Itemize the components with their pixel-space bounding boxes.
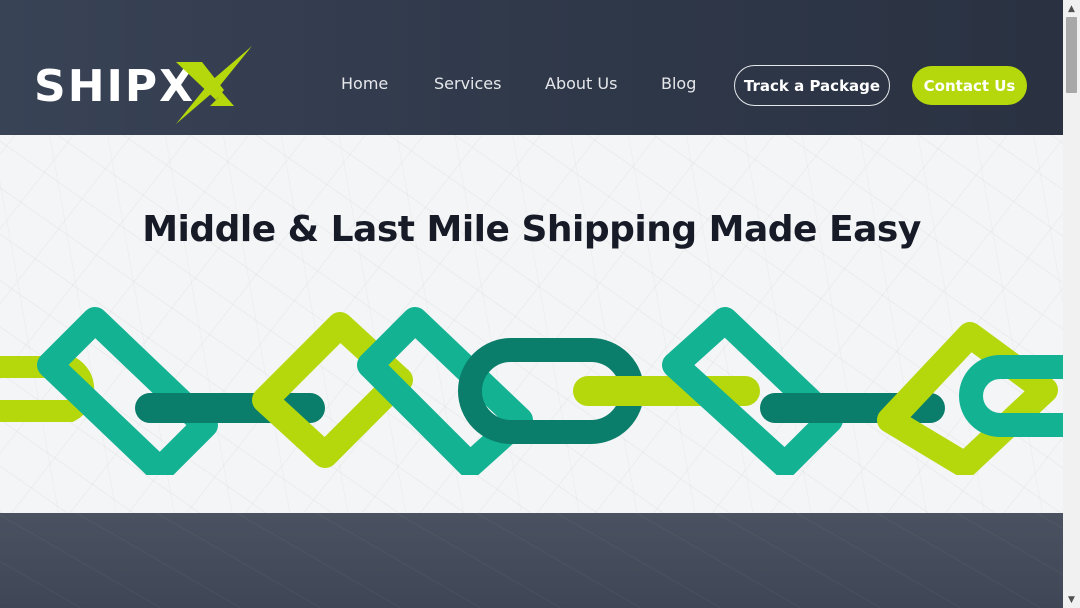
nav-home[interactable]: Home: [341, 74, 388, 94]
logo-x-swoosh-icon: [176, 46, 252, 124]
scroll-down-arrow-icon[interactable]: ▼: [1063, 591, 1080, 608]
nav-about-us[interactable]: About Us: [545, 74, 617, 94]
lower-section: [0, 513, 1063, 608]
chain-illustration: [0, 307, 1063, 475]
scrollbar[interactable]: ▲ ▼: [1063, 0, 1080, 608]
scroll-thumb[interactable]: [1066, 17, 1077, 93]
site-header: SHIPX Home Services About Us Blog Track …: [0, 0, 1063, 135]
track-package-button[interactable]: Track a Package: [734, 65, 890, 106]
nav-blog[interactable]: Blog: [661, 74, 696, 94]
shipx-logo[interactable]: SHIPX: [34, 44, 254, 126]
nav-services[interactable]: Services: [434, 74, 501, 94]
contact-us-button[interactable]: Contact Us: [912, 66, 1027, 105]
logo-text: SHIPX: [34, 61, 196, 112]
hero-title: Middle & Last Mile Shipping Made Easy: [142, 209, 921, 250]
scroll-up-arrow-icon[interactable]: ▲: [1063, 0, 1080, 17]
hero-section: Middle & Last Mile Shipping Made Easy: [0, 135, 1063, 513]
